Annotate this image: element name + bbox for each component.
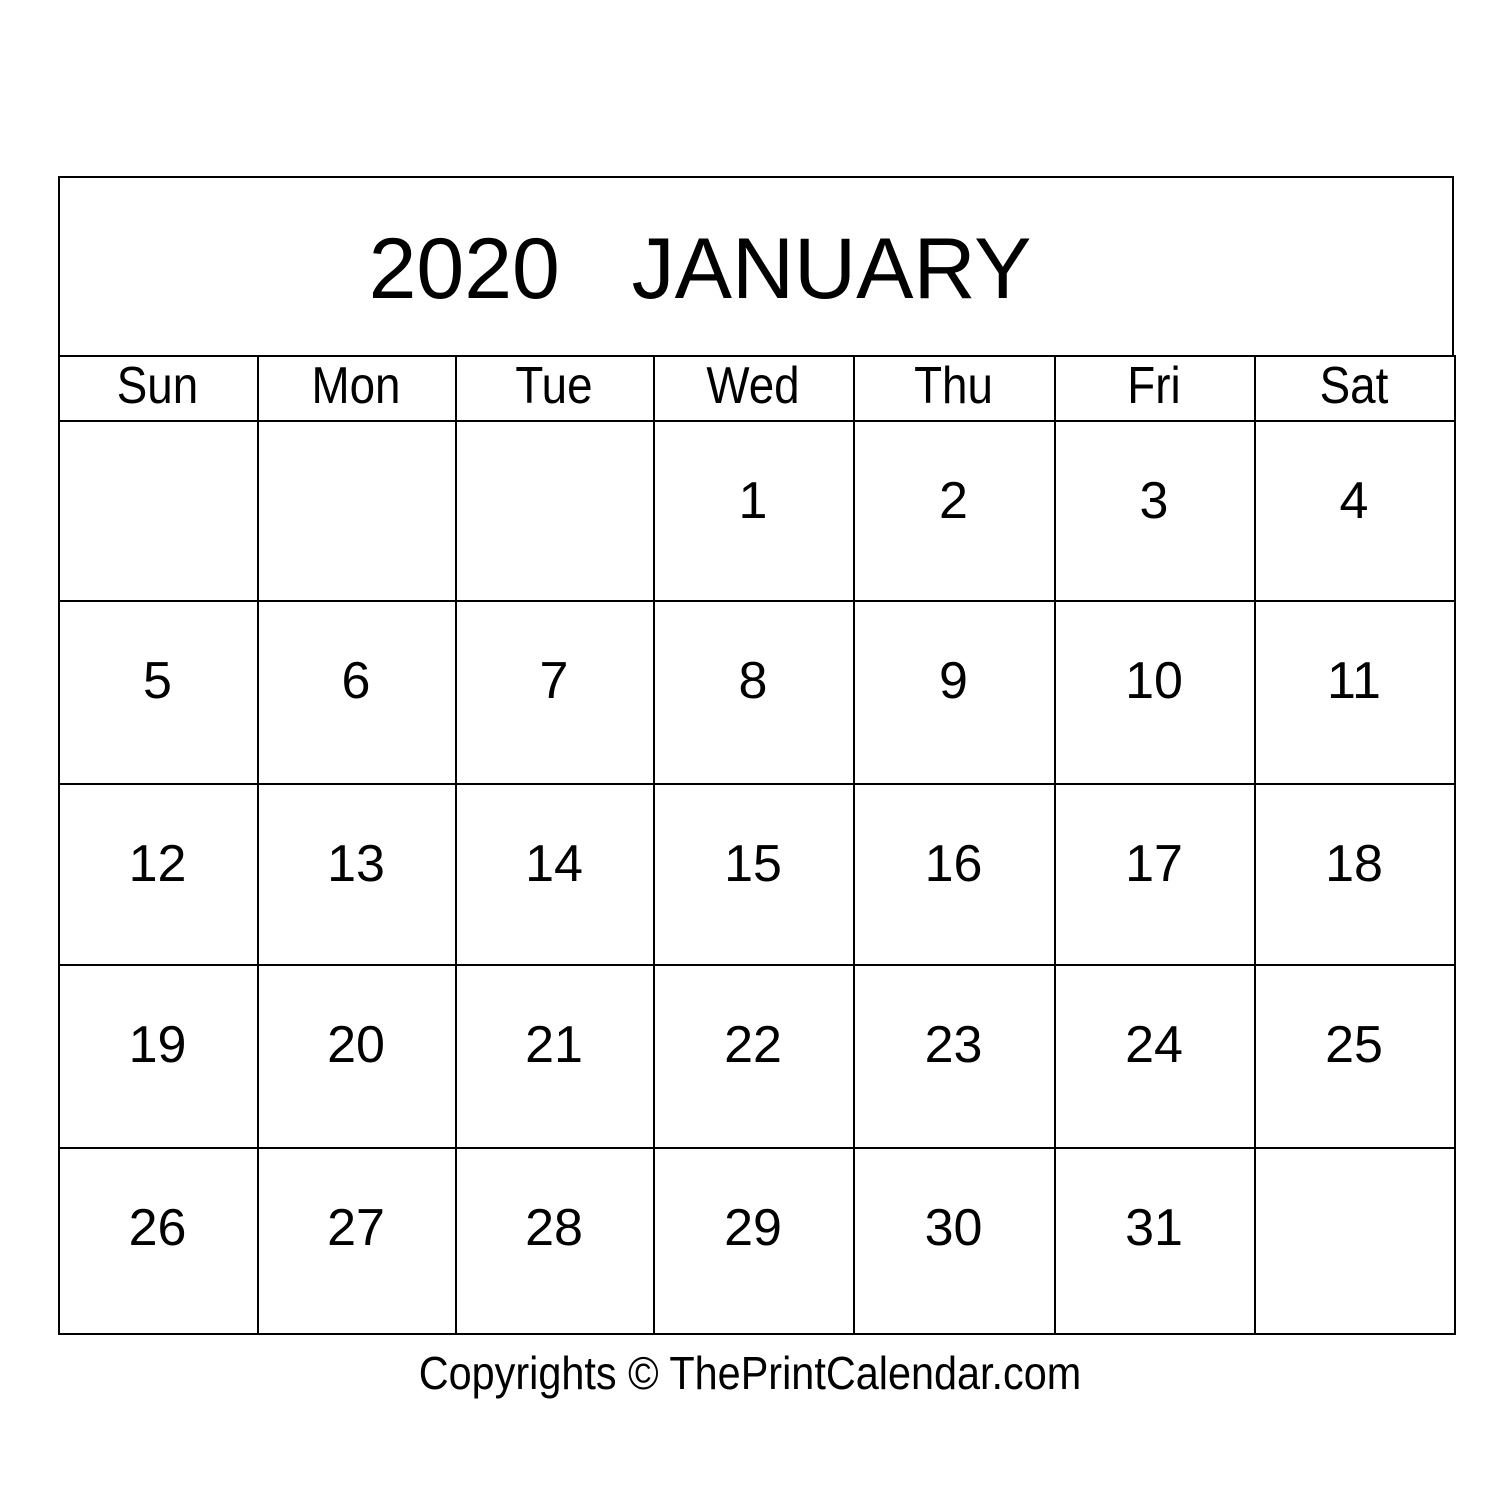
- day-number: 18: [1325, 835, 1383, 893]
- day-cell: 4: [1254, 420, 1456, 602]
- day-cell: 10: [1054, 600, 1256, 785]
- day-cell: 20: [257, 964, 457, 1149]
- year: 2020: [368, 221, 560, 317]
- day-cell: 3: [1054, 420, 1256, 602]
- empty-day-cell: [1254, 1147, 1456, 1335]
- day-number: 27: [327, 1199, 385, 1257]
- day-cell: 14: [455, 783, 655, 966]
- day-number: 6: [341, 652, 371, 710]
- day-number: 9: [939, 652, 968, 710]
- calendar-title: 2020 JANUARY: [0, 226, 1500, 312]
- weekday-label: Mon: [311, 357, 401, 415]
- day-number: 20: [327, 1016, 385, 1074]
- day-cell: 1: [653, 420, 855, 602]
- weekday-header-thu: Thu: [853, 355, 1056, 422]
- weekday-label: Tue: [515, 357, 593, 415]
- day-cell: 15: [653, 783, 855, 966]
- day-number: 7: [539, 652, 569, 710]
- empty-day-cell: [455, 420, 655, 602]
- weekday-header-wed: Wed: [653, 355, 855, 422]
- day-cell: 27: [257, 1147, 457, 1335]
- day-cell: 18: [1254, 783, 1456, 966]
- day-cell: 2: [853, 420, 1056, 602]
- day-cell: 24: [1054, 964, 1256, 1149]
- day-cell: 7: [455, 600, 655, 785]
- day-number: 3: [1139, 472, 1169, 530]
- day-number: 25: [1325, 1016, 1383, 1074]
- day-number: 2: [939, 472, 968, 530]
- day-number: 19: [128, 1016, 187, 1074]
- day-number: 13: [327, 835, 385, 893]
- day-cell: 12: [58, 783, 259, 966]
- day-number: 11: [1327, 652, 1381, 710]
- empty-day-cell: [257, 420, 457, 602]
- day-cell: 30: [853, 1147, 1056, 1335]
- day-cell: 29: [653, 1147, 855, 1335]
- day-cell: 8: [653, 600, 855, 785]
- day-number: 10: [1125, 652, 1183, 710]
- day-number: 4: [1339, 472, 1369, 530]
- weekday-header-sat: Sat: [1254, 355, 1456, 422]
- weekday-header-fri: Fri: [1054, 355, 1256, 422]
- day-number: 22: [724, 1016, 782, 1074]
- day-number: 26: [128, 1199, 187, 1257]
- day-number: 17: [1125, 835, 1183, 893]
- day-number: 24: [1125, 1016, 1183, 1074]
- day-cell: 31: [1054, 1147, 1256, 1335]
- month: JANUARY: [631, 221, 1032, 317]
- day-cell: 5: [58, 600, 259, 785]
- weekday-label: Sun: [116, 357, 199, 415]
- copyright-footer: Copyrights © ThePrintCalendar.com: [418, 1347, 1082, 1399]
- weekday-label: Fri: [1127, 357, 1181, 415]
- weekday-header-mon: Mon: [257, 355, 457, 422]
- day-number: 1: [738, 472, 768, 530]
- day-cell: 16: [853, 783, 1056, 966]
- weekday-header-tue: Tue: [455, 355, 655, 422]
- day-number: 21: [525, 1016, 583, 1074]
- day-cell: 13: [257, 783, 457, 966]
- day-cell: 28: [455, 1147, 655, 1335]
- day-cell: 19: [58, 964, 259, 1149]
- weekday-header-sun: Sun: [58, 355, 259, 422]
- day-number: 14: [525, 835, 583, 893]
- day-cell: 9: [853, 600, 1056, 785]
- day-number: 8: [738, 652, 768, 710]
- day-number: 23: [924, 1016, 983, 1074]
- day-cell: 26: [58, 1147, 259, 1335]
- day-cell: 23: [853, 964, 1056, 1149]
- weekday-label: Wed: [706, 357, 800, 415]
- day-number: 16: [924, 835, 983, 893]
- day-cell: 25: [1254, 964, 1456, 1149]
- day-number: 28: [525, 1199, 583, 1257]
- day-number: 29: [724, 1199, 782, 1257]
- calendar-grid: Sun Mon Tue Wed Thu Fri Sat 1 2 3 4 5 6 7 8 9 10 11 12 13 14…: [58, 355, 1456, 1335]
- day-cell: 21: [455, 964, 655, 1149]
- day-cell: 22: [653, 964, 855, 1149]
- day-number: 30: [924, 1199, 983, 1257]
- day-number: 5: [143, 652, 172, 710]
- day-number: 31: [1125, 1199, 1183, 1257]
- day-cell: 6: [257, 600, 457, 785]
- weekday-label: Sat: [1319, 357, 1389, 415]
- weekday-label: Thu: [914, 357, 993, 415]
- day-number: 15: [724, 835, 782, 893]
- day-cell: 17: [1054, 783, 1256, 966]
- day-cell: 11: [1254, 600, 1456, 785]
- empty-day-cell: [58, 420, 259, 602]
- day-number: 12: [128, 835, 187, 893]
